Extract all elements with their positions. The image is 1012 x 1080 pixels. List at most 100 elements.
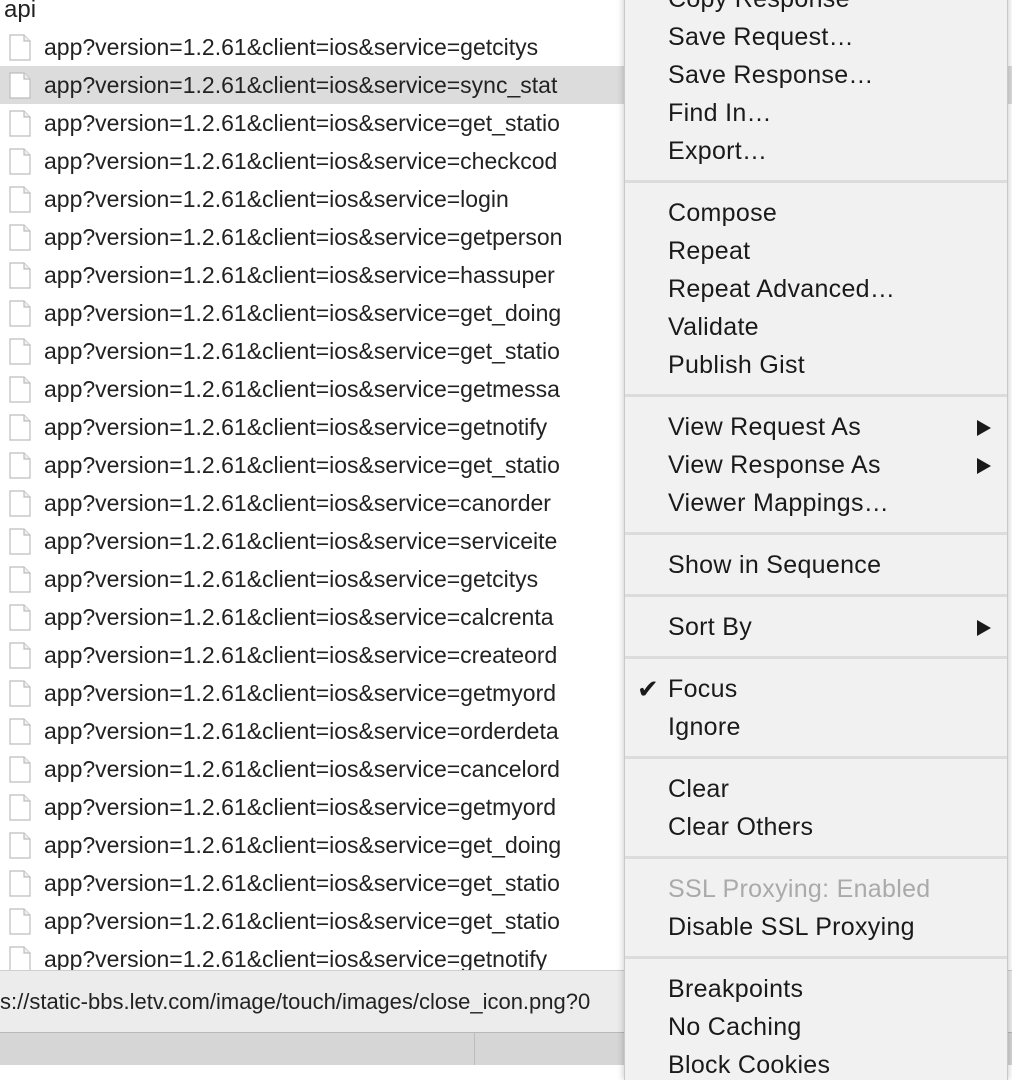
menu-item-export[interactable]: Export…	[625, 132, 1007, 170]
document-icon	[9, 680, 31, 707]
document-icon	[9, 642, 31, 669]
document-icon	[9, 148, 31, 175]
menu-item-ignore[interactable]: Ignore	[625, 708, 1007, 746]
request-row-label: app?version=1.2.61&client=ios&service=ge…	[44, 452, 560, 478]
menu-item-label: Sort By	[668, 613, 753, 641]
menu-separator	[625, 956, 1007, 959]
document-icon	[9, 338, 31, 365]
document-icon	[9, 566, 31, 593]
menu-item-save-request[interactable]: Save Request…	[625, 18, 1007, 56]
request-row-label: app?version=1.2.61&client=ios&service=ge…	[44, 680, 557, 706]
document-icon	[9, 718, 31, 745]
menu-item-view-response-as[interactable]: View Response As	[625, 446, 1007, 484]
request-row-label: app?version=1.2.61&client=ios&service=ge…	[44, 110, 560, 136]
document-icon	[9, 794, 31, 821]
menu-separator	[625, 656, 1007, 659]
request-row-label: app?version=1.2.61&client=ios&service=ge…	[44, 794, 557, 820]
menu-item-label: View Response As	[668, 451, 881, 479]
menu-item-block-cookies[interactable]: Block Cookies	[625, 1046, 1007, 1080]
menu-item-no-caching[interactable]: No Caching	[625, 1008, 1007, 1046]
menu-separator	[625, 394, 1007, 397]
menu-item-label: Clear	[668, 775, 730, 803]
menu-item-repeat-advanced[interactable]: Repeat Advanced…	[625, 270, 1007, 308]
menu-item-label: Repeat Advanced…	[668, 275, 896, 303]
folder-label[interactable]: api	[4, 0, 36, 26]
menu-item-clear[interactable]: Clear	[625, 770, 1007, 808]
menu-item-label: Focus	[668, 675, 738, 703]
menu-item-sort-by[interactable]: Sort By	[625, 608, 1007, 646]
document-icon	[9, 110, 31, 137]
document-icon	[9, 832, 31, 859]
checkmark-icon: ✔	[637, 674, 659, 704]
submenu-arrow-icon	[977, 420, 991, 436]
document-icon	[9, 604, 31, 631]
menu-separator	[625, 532, 1007, 535]
menu-item-clear-others[interactable]: Clear Others	[625, 808, 1007, 846]
request-row-label: app?version=1.2.61&client=ios&service=sy…	[44, 72, 558, 98]
menu-item-publish-gist[interactable]: Publish Gist	[625, 346, 1007, 384]
request-row-label: app?version=1.2.61&client=ios&service=ge…	[44, 832, 562, 858]
menu-item-copy-response[interactable]: Copy Response	[625, 0, 1007, 18]
menu-separator	[625, 594, 1007, 597]
menu-item-show-in-sequence[interactable]: Show in Sequence	[625, 546, 1007, 584]
menu-item-view-request-as[interactable]: View Request As	[625, 408, 1007, 446]
menu-item-label: Export…	[668, 137, 768, 165]
menu-item-focus[interactable]: ✔ Focus	[625, 670, 1007, 708]
document-icon	[9, 756, 31, 783]
request-row-label: app?version=1.2.61&client=ios&service=ca…	[44, 604, 554, 630]
context-menu: Copy Response Save Request… Save Response……	[624, 0, 1008, 1080]
menu-item-label: Ignore	[668, 713, 741, 741]
menu-item-compose[interactable]: Compose	[625, 194, 1007, 232]
submenu-arrow-icon	[977, 458, 991, 474]
menu-item-label: SSL Proxying: Enabled	[668, 875, 931, 903]
menu-item-disable-ssl-proxying[interactable]: Disable SSL Proxying	[625, 908, 1007, 946]
document-icon	[9, 414, 31, 441]
toolbar-divider	[474, 1033, 475, 1065]
document-icon	[9, 870, 31, 897]
request-row-label: app?version=1.2.61&client=ios&service=ge…	[44, 870, 560, 896]
status-url-text: s://static-bbs.letv.com/image/touch/imag…	[0, 989, 591, 1014]
menu-item-label: No Caching	[668, 1013, 802, 1041]
request-row-label: app?version=1.2.61&client=ios&service=ge…	[44, 300, 562, 326]
menu-item-label: Publish Gist	[668, 351, 805, 379]
menu-item-breakpoints[interactable]: Breakpoints	[625, 970, 1007, 1008]
menu-item-label: Repeat	[668, 237, 751, 265]
request-row-label: app?version=1.2.61&client=ios&service=ca…	[44, 490, 551, 516]
request-row-label: app?version=1.2.61&client=ios&service=lo…	[44, 186, 509, 212]
request-row-label: app?version=1.2.61&client=ios&service=ge…	[44, 908, 560, 934]
request-row-label: app?version=1.2.61&client=ios&service=cr…	[44, 642, 558, 668]
menu-item-validate[interactable]: Validate	[625, 308, 1007, 346]
request-row-label: app?version=1.2.61&client=ios&service=ge…	[44, 946, 548, 970]
menu-item-label: Compose	[668, 199, 778, 227]
document-icon	[9, 946, 31, 970]
document-icon	[9, 376, 31, 403]
submenu-arrow-icon	[977, 620, 991, 636]
menu-item-label: Block Cookies	[668, 1051, 831, 1079]
document-icon	[9, 262, 31, 289]
document-icon	[9, 528, 31, 555]
menu-item-label: Find In…	[668, 99, 772, 127]
request-row-label: app?version=1.2.61&client=ios&service=ca…	[44, 756, 560, 782]
menu-item-label: Viewer Mappings…	[668, 489, 890, 517]
menu-item-label: Disable SSL Proxying	[668, 913, 915, 941]
menu-item-viewer-mappings[interactable]: Viewer Mappings…	[625, 484, 1007, 522]
menu-item-repeat[interactable]: Repeat	[625, 232, 1007, 270]
document-icon	[9, 490, 31, 517]
menu-separator	[625, 756, 1007, 759]
request-row-label: app?version=1.2.61&client=ios&service=ge…	[44, 224, 563, 250]
request-row-label: app?version=1.2.61&client=ios&service=ge…	[44, 376, 560, 402]
document-icon	[9, 34, 31, 61]
menu-item-label: Clear Others	[668, 813, 814, 841]
menu-item-label: Save Response…	[668, 61, 874, 89]
menu-separator	[625, 180, 1007, 183]
menu-item-label: View Request As	[668, 413, 862, 441]
document-icon	[9, 452, 31, 479]
menu-item-label: Copy Response	[668, 0, 850, 18]
menu-item-save-response[interactable]: Save Response…	[625, 56, 1007, 94]
request-row-label: app?version=1.2.61&client=ios&service=ge…	[44, 338, 560, 364]
menu-item-ssl-proxying-enabled: SSL Proxying: Enabled	[625, 870, 1007, 908]
request-row-label: app?version=1.2.61&client=ios&service=ge…	[44, 34, 539, 60]
menu-separator	[625, 856, 1007, 859]
menu-item-find-in[interactable]: Find In…	[625, 94, 1007, 132]
request-row-label: app?version=1.2.61&client=ios&service=or…	[44, 718, 559, 744]
